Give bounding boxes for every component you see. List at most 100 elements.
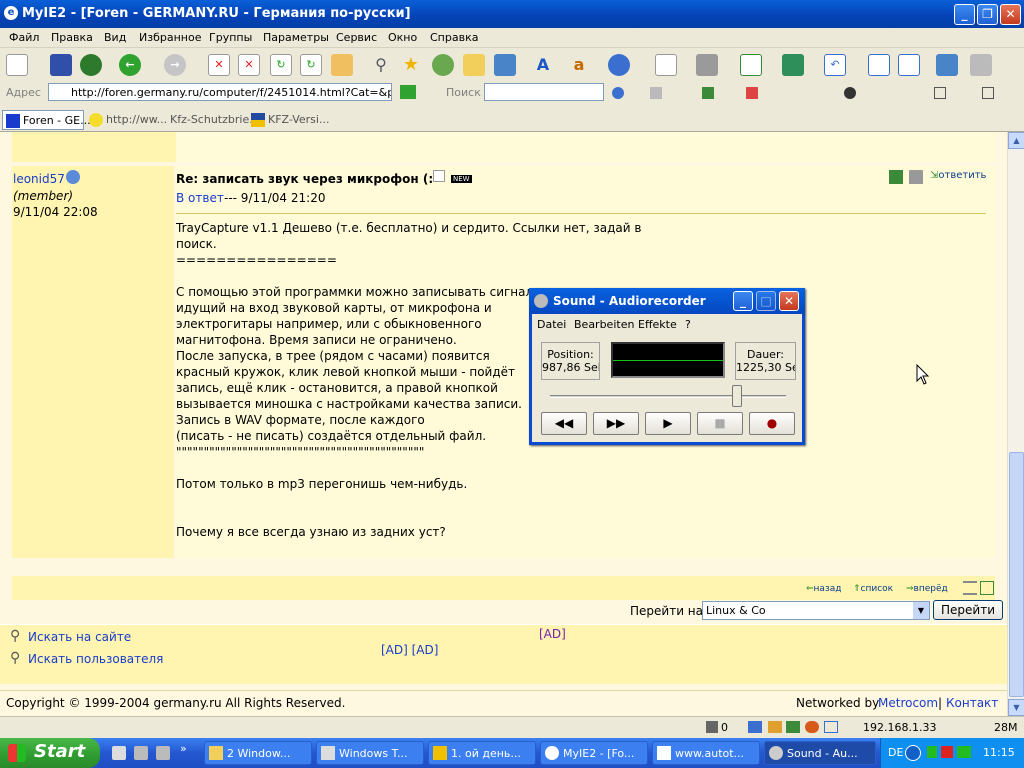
- dialog-menu-edit[interactable]: Bearbeiten: [574, 318, 634, 331]
- address-input[interactable]: http://foren.germany.ru/computer/f/24510…: [48, 83, 392, 101]
- encoding-icon[interactable]: a: [568, 54, 590, 76]
- menu-window[interactable]: Окно: [388, 31, 417, 44]
- reply-to-link[interactable]: В ответ: [176, 190, 224, 206]
- stop-button[interactable]: ■: [697, 412, 743, 435]
- scroll-down-button[interactable]: ▼: [1008, 699, 1024, 716]
- scroll-thumb[interactable]: [1009, 452, 1024, 697]
- dialog-menu-file[interactable]: Datei: [537, 318, 566, 331]
- quicklaunch-icon[interactable]: [134, 746, 148, 760]
- fullscreen-icon[interactable]: [740, 54, 762, 76]
- print-icon[interactable]: [696, 54, 718, 76]
- goto-button[interactable]: Перейти: [933, 600, 1003, 620]
- user-online-icon[interactable]: [66, 170, 80, 184]
- stop-icon[interactable]: ✕: [208, 54, 230, 76]
- notes-icon[interactable]: [494, 54, 516, 76]
- refresh-icon[interactable]: ↻: [270, 54, 292, 76]
- font-size-icon[interactable]: A: [532, 54, 554, 76]
- mail-icon[interactable]: [655, 54, 677, 76]
- pop-window-icon[interactable]: [868, 54, 890, 76]
- save-icon[interactable]: [50, 54, 72, 76]
- script-icon[interactable]: [844, 87, 856, 99]
- dialog-close-button[interactable]: ✕: [779, 291, 799, 311]
- reply-button[interactable]: ⇲ответить: [930, 170, 986, 181]
- edit-icon[interactable]: [936, 54, 958, 76]
- taskbar-item-myie2[interactable]: MyIE2 - [Fo...: [540, 741, 648, 765]
- chevron-down-icon[interactable]: ▼: [913, 602, 929, 619]
- print-post-icon[interactable]: [909, 170, 923, 184]
- search-user-link[interactable]: Искать пользователя: [28, 651, 163, 667]
- network-icon[interactable]: [957, 746, 971, 758]
- undo-close-icon[interactable]: ↶: [824, 54, 846, 76]
- tab-foren-germany[interactable]: Foren - GE...: [2, 110, 91, 130]
- play-button[interactable]: ▶: [645, 412, 691, 435]
- ad-links[interactable]: [AD] [AD]: [381, 642, 438, 658]
- menu-help[interactable]: Справка: [430, 31, 478, 44]
- search-site-link[interactable]: Искать на сайте: [28, 629, 131, 645]
- refresh-all-icon[interactable]: ↻: [300, 54, 322, 76]
- quicklaunch-icon[interactable]: [156, 746, 170, 760]
- ad-link[interactable]: [AD]: [539, 626, 566, 642]
- tray-expand-icon[interactable]: [905, 745, 921, 761]
- quicklaunch-icon[interactable]: [112, 746, 126, 760]
- nav-forward-link[interactable]: ⇒вперёд: [906, 584, 948, 594]
- dialog-minimize-button[interactable]: _: [733, 291, 753, 311]
- goto-forum-select[interactable]: Linux & Co ▼: [702, 601, 930, 620]
- favorites-star-icon[interactable]: ★: [400, 54, 422, 76]
- globe-save-icon[interactable]: [80, 54, 102, 76]
- internet-globe-icon[interactable]: [608, 54, 630, 76]
- menu-tools[interactable]: Сервис: [336, 31, 377, 44]
- home-icon[interactable]: [331, 54, 353, 76]
- tools-icon[interactable]: [970, 54, 992, 76]
- tab-http[interactable]: http://ww...: [86, 110, 167, 130]
- checkbox-icon[interactable]: [934, 87, 946, 99]
- threaded-view-icon[interactable]: [980, 581, 994, 595]
- taskbar-item-notepad[interactable]: www.autot...: [652, 741, 760, 765]
- proxy-icon[interactable]: [748, 721, 762, 733]
- menu-options[interactable]: Параметры: [263, 31, 329, 44]
- minimize-button[interactable]: _: [954, 4, 975, 25]
- add-contact-icon[interactable]: [889, 170, 903, 184]
- menu-edit[interactable]: Правка: [51, 31, 93, 44]
- stop-all-icon[interactable]: ✕: [238, 54, 260, 76]
- new-page-icon[interactable]: [6, 54, 28, 76]
- menu-file[interactable]: Файл: [9, 31, 39, 44]
- menu-view[interactable]: Вид: [104, 31, 126, 44]
- kaspersky-icon[interactable]: [941, 746, 953, 758]
- tab-kfz-schutzbrief[interactable]: Kfz-Schutzbrie...: [166, 110, 260, 130]
- back-arrow-icon[interactable]: ←: [119, 54, 141, 76]
- settings-gear-icon[interactable]: [805, 721, 819, 733]
- taskbar-item-windows-group[interactable]: 2 Window...: [204, 741, 312, 765]
- metrocom-link[interactable]: Metrocom: [878, 695, 938, 711]
- checkbox-icon[interactable]: [982, 87, 994, 99]
- taskbar-item-document[interactable]: 1. ой день...: [428, 741, 536, 765]
- go-icon[interactable]: [400, 85, 416, 99]
- popup-icon[interactable]: [824, 721, 838, 733]
- forward-arrow-icon[interactable]: →: [164, 54, 186, 76]
- taskbar-item-sound-recorder[interactable]: Sound - Au...: [764, 741, 876, 765]
- history-icon[interactable]: [432, 54, 454, 76]
- dialog-menu-effects[interactable]: Effekte: [638, 318, 677, 331]
- flat-view-icon[interactable]: [963, 581, 977, 595]
- flash-icon[interactable]: [768, 721, 782, 733]
- record-button[interactable]: ●: [749, 412, 795, 435]
- menu-groups[interactable]: Группы: [209, 31, 252, 44]
- contact-link[interactable]: Контакт: [946, 695, 998, 711]
- scroll-up-button[interactable]: ▲: [1008, 132, 1024, 149]
- menu-favorites[interactable]: Избранное: [139, 31, 201, 44]
- close-button[interactable]: ✕: [1000, 4, 1021, 25]
- search-icon[interactable]: ⚲: [370, 54, 392, 76]
- restore-button[interactable]: ❐: [977, 4, 998, 25]
- fast-forward-button[interactable]: ▶▶: [593, 412, 639, 435]
- position-slider-thumb[interactable]: [732, 385, 743, 407]
- taskbar-item-windows-t[interactable]: Windows T...: [316, 741, 424, 765]
- dialog-titlebar[interactable]: Sound - Audiorecorder _ □ ✕: [529, 288, 805, 314]
- nav-back-link[interactable]: ⇐назад: [806, 584, 841, 594]
- page-icon[interactable]: [650, 87, 662, 99]
- post-username[interactable]: leonid57: [13, 172, 65, 186]
- download-icon[interactable]: [782, 54, 804, 76]
- nav-list-link[interactable]: ⇑список: [853, 584, 893, 594]
- tray-icon[interactable]: [927, 746, 937, 758]
- position-slider-track[interactable]: [550, 395, 786, 398]
- block-icon[interactable]: [746, 87, 758, 99]
- tab-kfz-versicherung[interactable]: KFZ-Versi...: [248, 110, 329, 130]
